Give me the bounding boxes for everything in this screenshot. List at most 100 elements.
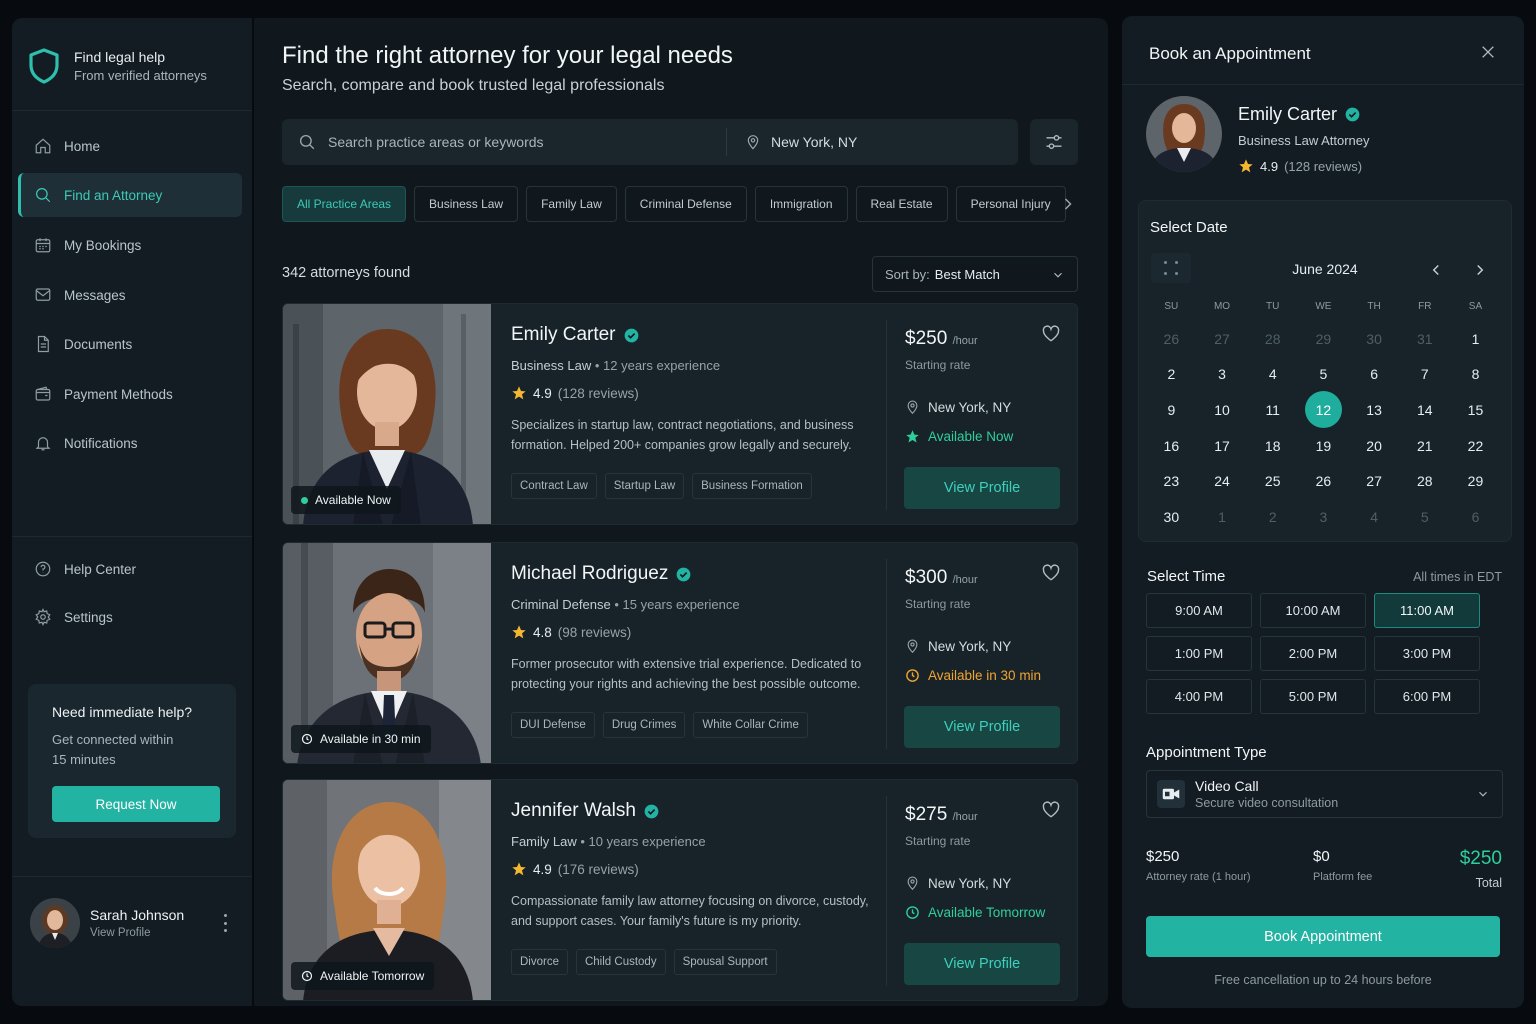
calendar-day[interactable]: 24: [1197, 463, 1248, 499]
help-card-text: Get connected within 15 minutes: [52, 730, 212, 770]
calendar-day[interactable]: 6: [1349, 357, 1400, 393]
calendar-day[interactable]: 10: [1197, 392, 1248, 428]
calendar-day[interactable]: 13: [1349, 392, 1400, 428]
calendar-day-number: 10: [1214, 401, 1230, 418]
sidebar-item-settings[interactable]: Settings: [18, 595, 242, 639]
view-profile-button[interactable]: View Profile: [904, 706, 1060, 748]
sidebar-item-notifications[interactable]: Notifications: [18, 421, 242, 465]
request-now-button[interactable]: Request Now: [52, 786, 220, 822]
search-bar: Search practice areas or keywords New Yo…: [282, 119, 1018, 165]
appointment-type-select[interactable]: Video Call Secure video consultation: [1146, 770, 1503, 818]
time-slot[interactable]: 6:00 PM: [1374, 679, 1480, 714]
time-slot[interactable]: 9:00 AM: [1146, 593, 1252, 628]
calendar-day[interactable]: 22: [1450, 428, 1501, 464]
attorney-card[interactable]: Available Now Emily Carter Business Law …: [282, 303, 1078, 525]
attorney-photo: Available in 30 min: [283, 543, 491, 763]
user-profile[interactable]: Sarah Johnson View Profile: [30, 898, 184, 948]
calendar-day[interactable]: 2: [1146, 357, 1197, 393]
attorney-card[interactable]: Available Tomorrow Jennifer Walsh Family…: [282, 779, 1078, 1001]
location-input[interactable]: New York, NY: [727, 133, 857, 151]
filter-button[interactable]: [1030, 119, 1078, 165]
specialty-tag: White Collar Crime: [693, 712, 808, 738]
chevron-right-icon[interactable]: [1471, 261, 1489, 279]
sidebar-item-my-bookings[interactable]: My Bookings: [18, 223, 242, 267]
divider: [886, 796, 887, 986]
appointment-type-label: Appointment Type: [1146, 744, 1267, 761]
time-slot[interactable]: 3:00 PM: [1374, 636, 1480, 671]
favorite-heart-icon[interactable]: [1041, 324, 1061, 344]
view-profile-button[interactable]: View Profile: [904, 467, 1060, 509]
sidebar-item-messages[interactable]: Messages: [18, 273, 242, 317]
chip-business-law[interactable]: Business Law: [414, 186, 519, 222]
results-count: 342 attorneys found: [282, 265, 411, 281]
time-slot[interactable]: 1:00 PM: [1146, 636, 1252, 671]
time-slot[interactable]: 4:00 PM: [1146, 679, 1252, 714]
calendar-day[interactable]: 30: [1146, 499, 1197, 535]
book-appointment-button[interactable]: Book Appointment: [1146, 916, 1500, 957]
chip-real-estate[interactable]: Real Estate: [855, 186, 948, 222]
booking-title: Book an Appointment: [1149, 44, 1311, 63]
review-count: (98 reviews): [557, 624, 632, 640]
verified-badge-icon: [624, 328, 638, 342]
sort-dropdown[interactable]: Sort by: Best Match: [872, 256, 1078, 292]
search-input[interactable]: Search practice areas or keywords: [282, 133, 726, 151]
calendar-day[interactable]: 15: [1450, 392, 1501, 428]
view-profile-button[interactable]: View Profile: [904, 943, 1060, 985]
star-icon: [1239, 159, 1253, 173]
sidebar-item-label: Notifications: [64, 435, 138, 451]
calendar-day[interactable]: 17: [1197, 428, 1248, 464]
calendar-day[interactable]: 20: [1349, 428, 1400, 464]
more-options-icon[interactable]: [222, 914, 228, 932]
close-icon[interactable]: [1480, 44, 1496, 60]
attorney-name: Emily Carter: [511, 324, 871, 346]
sidebar-item-documents[interactable]: Documents: [18, 322, 242, 366]
calendar-day[interactable]: 5: [1298, 357, 1349, 393]
hourly-rate: $250 /hour: [905, 328, 978, 350]
sidebar-item-payment-methods[interactable]: Payment Methods: [18, 372, 242, 416]
sidebar-item-help-center[interactable]: Help Center: [18, 547, 242, 591]
calendar-day[interactable]: 7: [1399, 357, 1450, 393]
time-slot-selected[interactable]: 11:00 AM: [1374, 593, 1480, 628]
chevron-left-icon[interactable]: [1427, 261, 1445, 279]
time-slot[interactable]: 2:00 PM: [1260, 636, 1366, 671]
attorney-description: Compassionate family law attorney focusi…: [511, 891, 871, 931]
favorite-heart-icon[interactable]: [1041, 563, 1061, 583]
calendar-day[interactable]: 4: [1247, 357, 1298, 393]
calendar-day[interactable]: 14: [1399, 392, 1450, 428]
brand[interactable]: Find legal help From verified attorneys: [28, 48, 207, 84]
calendar-day[interactable]: 3: [1197, 357, 1248, 393]
chip-family-law[interactable]: Family Law: [526, 186, 617, 222]
calendar-day[interactable]: 23: [1146, 463, 1197, 499]
chip-all-practice-areas[interactable]: All Practice Areas: [282, 186, 407, 222]
calendar-day[interactable]: 28: [1399, 463, 1450, 499]
clock-icon: [906, 669, 919, 682]
chip-immigration[interactable]: Immigration: [754, 186, 848, 222]
favorite-heart-icon[interactable]: [1041, 800, 1061, 820]
chevron-right-icon[interactable]: [1058, 194, 1078, 214]
chip-criminal-defense[interactable]: Criminal Defense: [624, 186, 747, 222]
calendar-day[interactable]: 19: [1298, 428, 1349, 464]
sidebar-item-find-attorney[interactable]: Find an Attorney: [18, 173, 242, 217]
calendar-day[interactable]: 9: [1146, 392, 1197, 428]
calendar-day-number: 2: [1167, 366, 1176, 383]
attorney-card[interactable]: Available in 30 min Michael Rodriguez Cr…: [282, 542, 1078, 764]
view-profile-link[interactable]: View Profile: [90, 927, 184, 939]
calendar-day[interactable]: 25: [1247, 463, 1298, 499]
calendar-day[interactable]: 21: [1399, 428, 1450, 464]
calendar-day[interactable]: 11: [1247, 392, 1298, 428]
time-slot[interactable]: 5:00 PM: [1260, 679, 1366, 714]
calendar-day[interactable]: 26: [1298, 463, 1349, 499]
attorney-name-text: Michael Rodriguez: [511, 563, 669, 584]
chip-personal-injury[interactable]: Personal Injury: [955, 186, 1066, 222]
calendar-day[interactable]: 16: [1146, 428, 1197, 464]
calendar-day-number: 24: [1214, 473, 1230, 490]
calendar-day[interactable]: 8: [1450, 357, 1501, 393]
total-label: Total: [1475, 876, 1502, 890]
calendar-day[interactable]: 27: [1349, 463, 1400, 499]
calendar-day-selected[interactable]: 12: [1298, 391, 1349, 429]
time-slot[interactable]: 10:00 AM: [1260, 593, 1366, 628]
calendar-day[interactable]: 1: [1450, 321, 1501, 357]
calendar-day[interactable]: 29: [1450, 463, 1501, 499]
sidebar-item-home[interactable]: Home: [18, 124, 242, 168]
calendar-day[interactable]: 18: [1247, 428, 1298, 464]
